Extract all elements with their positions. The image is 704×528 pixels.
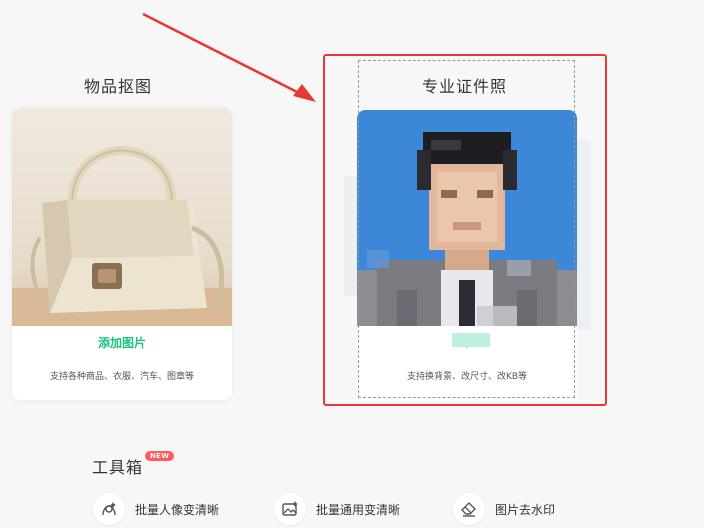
handbag-illustration [12, 146, 232, 326]
id-photo-sample-image [357, 110, 577, 326]
tool-batch-general-enhance[interactable]: 批量通用变清晰 [274, 493, 400, 525]
tool-label: 批量通用变清晰 [316, 502, 401, 517]
pixelated-link-overlay [452, 333, 490, 347]
tool-label: 图片去水印 [495, 502, 556, 517]
object-cutout-title: 物品抠图 [84, 77, 153, 96]
handbag-sample-image [12, 108, 232, 326]
eraser-icon [453, 493, 485, 525]
pixelated-portrait [357, 132, 577, 326]
object-cutout-card[interactable]: 添加图片 支持各种商品、衣服、汽车、图章等 [12, 108, 232, 400]
id-photo-title: 专业证件照 [422, 77, 508, 96]
tool-label: 批量人像变清晰 [135, 502, 220, 517]
id-photo-description: 支持换背景、改尺寸、改KB等 [406, 372, 528, 382]
tool-remove-watermark[interactable]: 图片去水印 [453, 493, 555, 525]
add-image-link[interactable]: 添加图片 [12, 334, 232, 351]
object-cutout-description: 支持各种商品、衣服、汽车、图章等 [49, 372, 194, 382]
ghost-edge-left [344, 176, 358, 296]
new-badge: NEW [145, 451, 175, 461]
toolbox-title: 工具箱 [92, 458, 144, 477]
page: 物品抠图 添加图片 支持各种商品、衣服、汽车、图章等 专业证件照 支持换背景、改… [0, 0, 704, 528]
ghost-edge-right [577, 140, 591, 330]
tool-batch-portrait-enhance[interactable]: 批量人像变清晰 [93, 493, 219, 525]
image-enhance-icon [274, 493, 306, 525]
portrait-enhance-icon [93, 493, 125, 525]
